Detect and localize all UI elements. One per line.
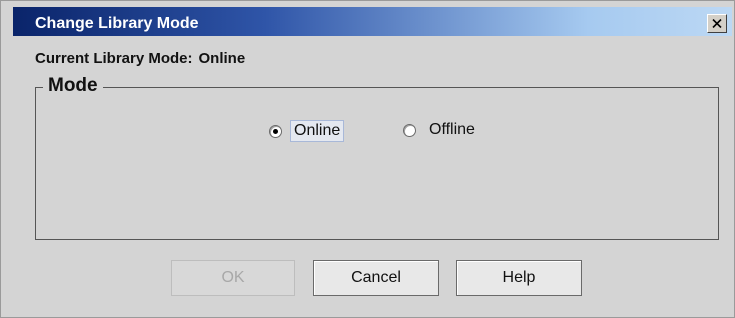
cancel-button[interactable]: Cancel: [313, 260, 439, 296]
help-button[interactable]: Help: [456, 260, 582, 296]
radio-online[interactable]: Online: [269, 120, 345, 142]
radio-online-label[interactable]: Online: [290, 120, 345, 142]
close-icon: [712, 19, 722, 28]
mode-group-box: [35, 87, 719, 240]
mode-group-legend: Mode: [43, 75, 103, 97]
current-mode-value: Online: [198, 50, 246, 67]
current-mode-label: Current Library Mode:: [35, 50, 193, 67]
radio-offline-label[interactable]: Offline: [426, 120, 478, 140]
current-library-mode: Current Library Mode: Online: [35, 51, 245, 67]
radio-unselected-icon[interactable]: [403, 123, 416, 137]
change-library-mode-dialog: Change Library Mode Current Library Mode…: [0, 0, 735, 318]
close-button[interactable]: [707, 14, 727, 33]
ok-button[interactable]: OK: [171, 260, 295, 296]
dialog-title: Change Library Mode: [35, 15, 199, 32]
radio-offline[interactable]: Offline: [403, 120, 478, 140]
radio-selected-icon[interactable]: [269, 124, 282, 138]
